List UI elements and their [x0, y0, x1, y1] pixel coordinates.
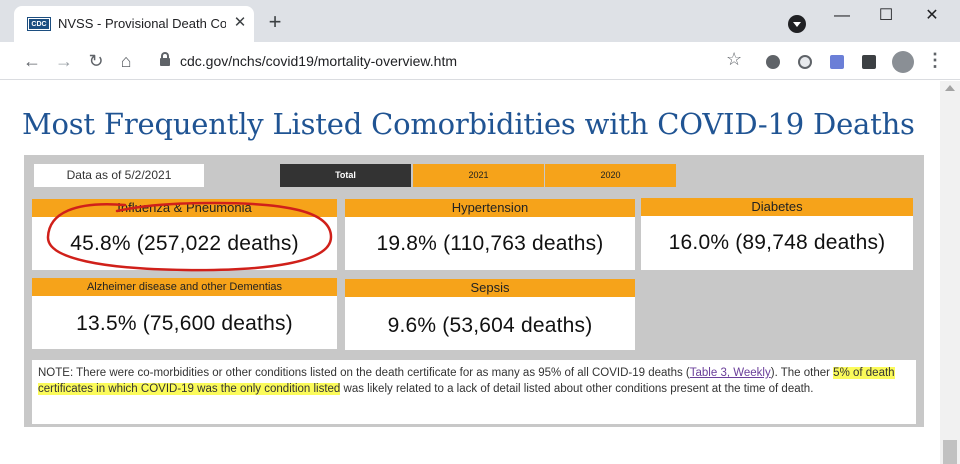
card-sepsis: Sepsis 9.6% (53,604 deaths) [345, 279, 635, 350]
card-value: 9.6% (53,604 deaths) [387, 314, 593, 337]
extension-drop-icon[interactable] [798, 55, 812, 69]
note-text: was likely related to a lack of detail l… [340, 382, 814, 395]
extensions-puzzle-icon[interactable] [862, 55, 876, 69]
card-label: Influenza & Pneumonia [32, 199, 337, 217]
new-tab-button[interactable]: + [264, 11, 286, 34]
card-alzheimer-dementias: Alzheimer disease and other Dementias 13… [32, 278, 337, 349]
bookmark-star-icon[interactable]: ☆ [726, 49, 742, 70]
extension-gear-icon[interactable] [830, 55, 844, 69]
table-3-weekly-link[interactable]: Table 3, Weekly [690, 367, 771, 379]
lock-icon [160, 52, 170, 68]
url-text: cdc.gov/nchs/covid19/mortality-overview.… [180, 53, 457, 69]
card-value: 16.0% (89,748 deaths) [668, 231, 886, 254]
scrollbar[interactable] [940, 81, 960, 464]
tab-total[interactable]: Total [280, 164, 411, 187]
card-label: Alzheimer disease and other Dementias [32, 278, 337, 296]
maximize-button[interactable]: ☐ [866, 4, 906, 28]
minimize-button[interactable]: — [822, 4, 862, 28]
card-influenza-pneumonia: Influenza & Pneumonia 45.8% (257,022 dea… [32, 199, 337, 270]
back-arrow-icon[interactable]: ← [20, 49, 44, 73]
tab-2020[interactable]: 2020 [545, 164, 676, 187]
scroll-up-icon[interactable] [945, 85, 955, 91]
card-label: Hypertension [345, 199, 635, 217]
note-text: ). The other [770, 367, 834, 379]
tab-search-icon[interactable] [788, 15, 806, 33]
tab-close-icon[interactable]: ✕ [230, 13, 250, 33]
close-window-button[interactable]: ✕ [912, 4, 952, 28]
card-value: 45.8% (257,022 deaths) [70, 232, 299, 255]
address-bar[interactable]: cdc.gov/nchs/covid19/mortality-overview.… [146, 47, 756, 75]
reload-icon[interactable]: ↻ [84, 49, 108, 73]
cdc-favicon-icon: CDC [27, 17, 51, 31]
tab-title: NVSS - Provisional Death Counts [58, 16, 226, 31]
card-value: 13.5% (75,600 deaths) [76, 312, 293, 335]
data-date: Data as of 5/2/2021 [34, 164, 204, 187]
card-hypertension: Hypertension 19.8% (110,763 deaths) [345, 199, 635, 270]
card-label: Diabetes [641, 198, 913, 216]
footnote: NOTE: There were co-morbidities or other… [32, 360, 916, 424]
forward-arrow-icon[interactable]: → [52, 49, 76, 73]
tab-2021[interactable]: 2021 [413, 164, 544, 187]
browser-menu-icon[interactable]: ⋮ [926, 50, 944, 71]
browser-tab-bar: CDC NVSS - Provisional Death Counts ✕ + … [0, 0, 960, 42]
card-value: 19.8% (110,763 deaths) [376, 232, 604, 255]
page-title: Most Frequently Listed Comorbidities wit… [22, 107, 915, 141]
browser-toolbar: ← → ↻ ⌂ cdc.gov/nchs/covid19/mortality-o… [0, 42, 960, 80]
extension-icon[interactable] [766, 55, 780, 69]
browser-tab[interactable]: CDC NVSS - Provisional Death Counts ✕ [14, 6, 254, 42]
card-diabetes: Diabetes 16.0% (89,748 deaths) [641, 198, 913, 270]
scroll-thumb[interactable] [943, 440, 957, 464]
avatar[interactable] [892, 51, 914, 73]
card-label: Sepsis [345, 279, 635, 297]
note-text: NOTE: There were co-morbidities or other… [38, 367, 690, 379]
home-icon[interactable]: ⌂ [114, 49, 138, 73]
